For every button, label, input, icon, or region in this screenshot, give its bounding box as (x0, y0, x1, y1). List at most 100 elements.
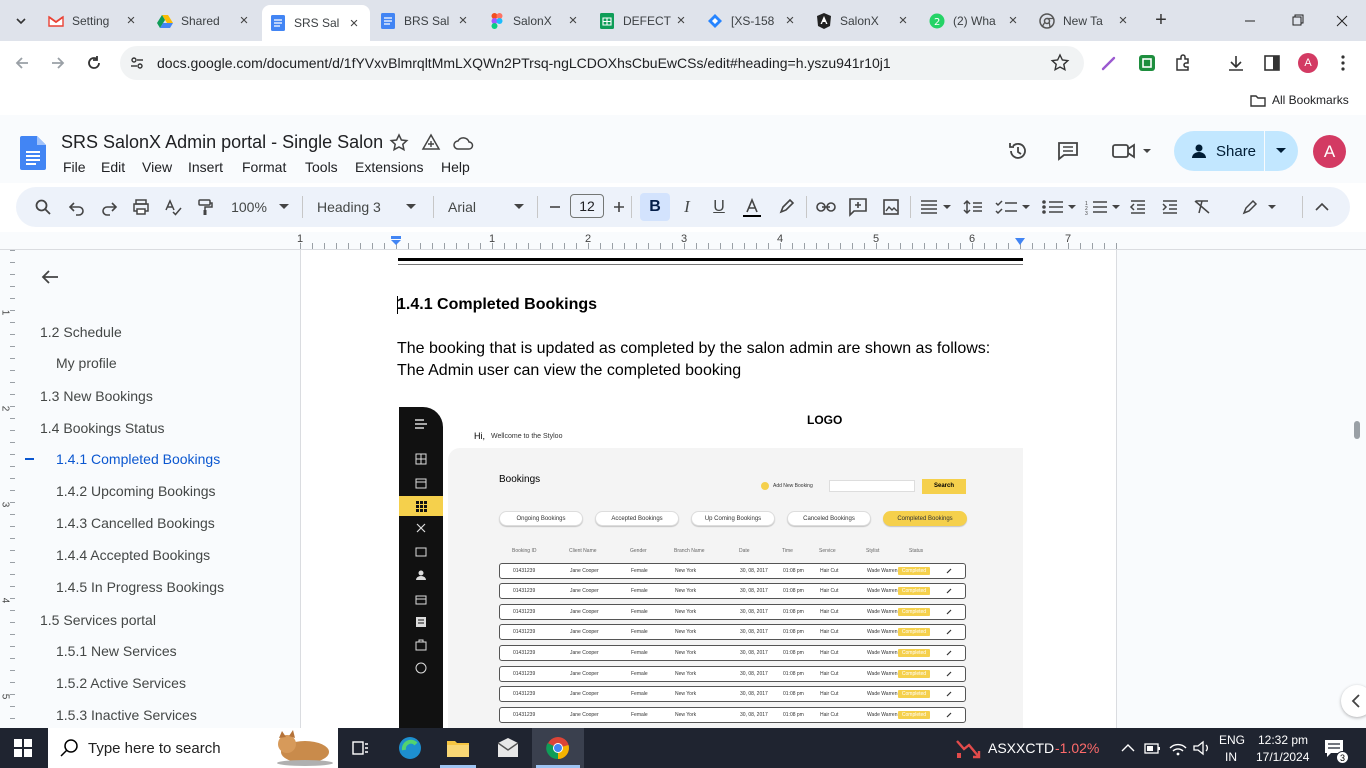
version-history-icon[interactable] (1006, 139, 1030, 163)
volume-icon[interactable] (1192, 740, 1212, 756)
align-icon[interactable] (918, 197, 954, 217)
green-extension-icon[interactable] (1137, 53, 1157, 73)
text-color-button[interactable] (740, 197, 764, 217)
docs-logo-icon[interactable] (20, 136, 46, 170)
outline-item[interactable]: 1.4.3 Cancelled Bookings (56, 515, 215, 531)
line-spacing-icon[interactable] (962, 197, 984, 217)
outline-item[interactable]: 1.5 Services portal (40, 612, 156, 628)
outline-item[interactable]: 1.5.2 Active Services (56, 675, 186, 691)
browser-tab[interactable]: [XS-158 × (699, 8, 806, 33)
underline-button[interactable]: U (709, 197, 729, 217)
menu-edit[interactable]: Edit (101, 159, 125, 175)
tab-close-icon[interactable]: × (895, 12, 911, 29)
tab-close-icon[interactable]: × (1115, 12, 1131, 29)
outline-item[interactable]: 1.4.2 Upcoming Bookings (56, 483, 216, 499)
decrease-font-size-icon[interactable] (547, 197, 563, 217)
font-dropdown-icon[interactable] (512, 197, 526, 217)
browser-tab[interactable]: SRS Sal × (262, 5, 370, 41)
body-paragraph[interactable]: The booking that is updated as completed… (397, 340, 990, 358)
site-info-icon[interactable] (128, 54, 146, 72)
outline-item[interactable]: 1.3 New Bookings (40, 388, 153, 404)
all-bookmarks-button[interactable]: All Bookmarks (1250, 91, 1349, 109)
extensions-puzzle-icon[interactable] (1173, 53, 1193, 73)
tab-close-icon[interactable]: × (1005, 12, 1021, 29)
browser-tab[interactable]: 2 (2) Wha × (921, 8, 1029, 33)
outline-item[interactable]: 1.5.3 Inactive Services (56, 707, 197, 723)
browser-tab[interactable]: SalonX × (808, 8, 919, 33)
comments-icon[interactable] (1056, 139, 1080, 163)
tab-close-icon[interactable]: × (123, 12, 139, 29)
share-dropdown-icon[interactable] (1272, 145, 1290, 157)
section-heading[interactable]: 1.4.1 Completed Bookings (397, 296, 597, 314)
mail-icon[interactable] (496, 737, 520, 759)
zoom-dropdown-icon[interactable] (277, 197, 291, 217)
outline-item[interactable]: 1.4.1 Completed Bookings (56, 451, 220, 467)
decrease-indent-icon[interactable] (1128, 197, 1148, 217)
highlight-color-icon[interactable] (776, 197, 796, 217)
minimize-button[interactable] (1240, 12, 1260, 30)
menu-format[interactable]: Format (242, 159, 286, 175)
outline-item[interactable]: 1.4.5 In Progress Bookings (56, 579, 224, 595)
redo-icon[interactable] (99, 197, 119, 217)
editing-mode-icon[interactable] (1240, 197, 1278, 217)
battery-icon[interactable] (1144, 740, 1162, 756)
move-to-folder-icon[interactable] (421, 133, 441, 153)
meet-icon[interactable] (1110, 139, 1154, 163)
back-icon[interactable] (13, 54, 31, 72)
left-indent-marker[interactable] (390, 236, 402, 246)
document-title[interactable]: SRS SalonX Admin portal - Single Salon (61, 132, 383, 153)
numbered-list-icon[interactable]: 123 (1084, 197, 1122, 217)
embedded-mockup-image[interactable]: LOGO Hi, Wellcome to the Styloo Bookings… (399, 407, 1023, 728)
browser-tab[interactable]: DEFECT × (591, 8, 697, 33)
url-text[interactable]: docs.google.com/document/d/1fYVxvBlmrqlt… (157, 55, 891, 71)
italic-button[interactable]: I (677, 197, 697, 217)
font-select[interactable]: Arial (448, 197, 498, 217)
tab-close-icon[interactable]: × (565, 12, 581, 29)
stock-name[interactable]: ASXXCTD (988, 740, 1054, 756)
bookmark-star-icon[interactable] (1050, 53, 1070, 73)
forward-icon[interactable] (49, 54, 67, 72)
clear-formatting-icon[interactable] (1192, 197, 1212, 217)
browser-tab[interactable]: Setting × (40, 8, 147, 33)
spellcheck-icon[interactable] (163, 197, 183, 217)
menu-extensions[interactable]: Extensions (355, 159, 423, 175)
restore-button[interactable] (1287, 12, 1307, 30)
edge-browser-icon[interactable] (398, 736, 422, 760)
print-icon[interactable] (131, 197, 151, 217)
wifi-icon[interactable] (1168, 740, 1188, 756)
tab-close-icon[interactable]: × (346, 15, 362, 32)
menu-view[interactable]: View (142, 159, 172, 175)
body-paragraph[interactable]: The Admin user can view the completed bo… (397, 362, 741, 380)
clock-time[interactable]: 12:32 pm (1258, 733, 1308, 747)
chrome-menu-icon[interactable] (1335, 53, 1351, 73)
style-select[interactable]: Heading 3 (317, 197, 387, 217)
outline-item[interactable]: 1.5.1 New Services (56, 643, 177, 659)
download-icon[interactable] (1226, 53, 1246, 73)
tab-search-icon[interactable] (12, 12, 30, 30)
browser-tab[interactable]: BRS Sal × (372, 8, 479, 33)
account-avatar[interactable]: A (1313, 135, 1346, 168)
tab-close-icon[interactable]: × (782, 12, 798, 29)
show-hidden-icons[interactable] (1120, 741, 1136, 755)
style-dropdown-icon[interactable] (404, 197, 418, 217)
file-explorer-icon[interactable] (446, 737, 470, 759)
bulleted-list-icon[interactable] (1040, 197, 1078, 217)
pen-extension-icon[interactable] (1100, 54, 1118, 72)
browser-tab[interactable]: SalonX × (481, 8, 589, 33)
star-icon[interactable] (389, 133, 409, 153)
outline-item[interactable]: 1.2 Schedule (40, 324, 122, 340)
hide-menus-icon[interactable] (1312, 197, 1332, 217)
increase-font-size-icon[interactable] (611, 197, 627, 217)
bold-button[interactable]: B (640, 193, 670, 221)
paint-format-icon[interactable] (195, 197, 215, 217)
browser-tab[interactable]: Shared × (149, 8, 260, 33)
outline-item[interactable]: My profile (56, 355, 117, 371)
menu-file[interactable]: File (63, 159, 86, 175)
search-menus-icon[interactable] (33, 197, 53, 217)
menu-insert[interactable]: Insert (188, 159, 223, 175)
right-indent-marker[interactable] (1014, 238, 1026, 246)
font-size-input[interactable]: 12 (570, 194, 604, 218)
close-window-button[interactable] (1332, 12, 1352, 30)
checklist-icon[interactable] (994, 197, 1032, 217)
insert-link-icon[interactable] (815, 197, 837, 217)
